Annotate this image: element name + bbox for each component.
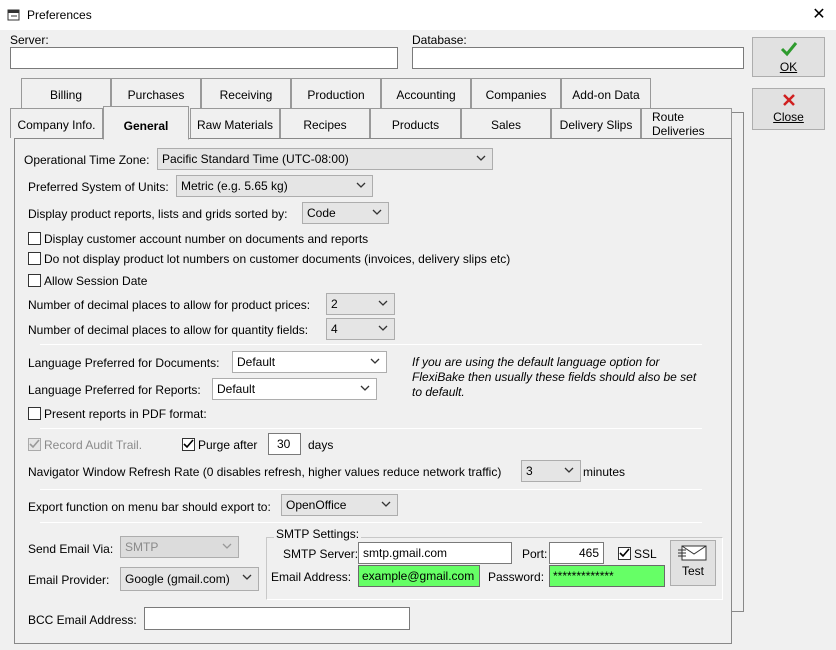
ok-label: OK [779,60,798,74]
chevron-down-icon [370,358,380,364]
tab-billing[interactable]: Billing [21,78,111,108]
session-date-label: Allow Session Date [44,274,148,288]
tab-company-info[interactable]: Company Info. [10,108,103,138]
purge-label: Purge after [198,438,258,452]
send-email-label: Send Email Via: [28,542,114,556]
window-icon [7,8,21,22]
timezone-select[interactable]: Pacific Standard Time (UTC-08:00) [157,148,493,170]
separator [40,489,702,490]
window-title: Preferences [27,8,92,22]
units-label: Preferred System of Units: [28,180,169,194]
chevron-down-icon [360,385,370,391]
ok-check-icon [753,41,824,60]
audit-trail-label: Record Audit Trail. [44,438,143,452]
chevron-down-icon [381,501,391,507]
chevron-down-icon [564,467,574,473]
tab-purchases[interactable]: Purchases [111,78,201,108]
audit-trail-checkbox[interactable] [28,438,41,451]
sort-label: Display product reports, lists and grids… [28,207,288,221]
separator [40,522,702,523]
pdf-label: Present reports in PDF format: [44,407,207,421]
tab-products[interactable]: Products [370,108,461,138]
refresh-rate-unit: minutes [583,465,626,479]
units-select[interactable]: Metric (e.g. 5.65 kg) [176,175,373,197]
email-provider-select[interactable]: Google (gmail.com) [120,567,259,591]
port-label: Port: [522,547,548,561]
separator [40,428,702,429]
tab-add-on-data[interactable]: Add-on Data [561,78,651,108]
database-label: Database: [412,33,467,47]
lang-docs-select[interactable]: Default [232,351,387,373]
close-label: Close [773,110,804,124]
server-input[interactable] [10,47,398,69]
separator [40,344,702,345]
email-test-icon [671,545,715,564]
lang-reports-label: Language Preferred for Reports: [28,383,201,397]
ssl-checkbox[interactable] [618,547,631,560]
test-label: Test [681,564,704,578]
bcc-input[interactable] [144,607,410,630]
refresh-rate-select[interactable]: 3 [521,460,581,482]
tab-accounting[interactable]: Accounting [381,78,471,108]
purge-days-unit: days [308,438,334,452]
lang-docs-label: Language Preferred for Documents: [28,356,220,370]
tab-sales[interactable]: Sales [461,108,551,138]
purge-checkbox[interactable] [182,438,195,451]
chevron-down-icon [378,325,388,331]
password-input[interactable]: ************* [549,565,665,587]
chevron-down-icon [378,300,388,306]
smtp-server-input[interactable]: smtp.gmail.com [358,542,512,564]
password-label: Password: [488,570,545,584]
language-note: If you are using the default language op… [412,355,697,399]
qty-decimals-select[interactable]: 4 [326,318,395,340]
lot-numbers-checkbox[interactable] [28,252,41,265]
smtp-group-label: SMTP Settings: [274,527,362,541]
email-address-input[interactable]: example@gmail.com [358,565,480,587]
tab-recipes[interactable]: Recipes [280,108,370,138]
close-x-icon [753,93,824,110]
session-date-checkbox[interactable] [28,274,41,287]
timezone-label: Operational Time Zone: [24,153,150,167]
tab-route-deliveries[interactable]: Route Deliveries [641,108,732,138]
chevron-down-icon [372,209,382,215]
export-select[interactable]: OpenOffice [281,494,398,516]
tab-general[interactable]: General [103,106,189,140]
export-label: Export function on menu bar should expor… [28,500,271,514]
account-number-checkbox[interactable] [28,232,41,245]
tab-receiving[interactable]: Receiving [201,78,291,108]
sort-select[interactable]: Code [302,202,389,224]
lang-reports-select[interactable]: Default [212,378,377,400]
chevron-down-icon [222,543,232,549]
test-button[interactable]: Test [670,540,716,586]
port-input[interactable]: 465 [549,542,604,564]
send-email-select[interactable]: SMTP [120,536,239,558]
window-close-icon[interactable]: ✕ [806,4,832,26]
smtp-server-label: SMTP Server: [283,547,359,561]
price-decimals-select[interactable]: 2 [326,293,395,315]
database-input[interactable] [412,47,744,69]
chevron-down-icon [242,574,252,580]
qty-decimals-label: Number of decimal places to allow for qu… [28,323,309,337]
lot-numbers-label: Do not display product lot numbers on cu… [44,252,511,266]
refresh-rate-label: Navigator Window Refresh Rate (0 disable… [28,465,502,479]
title-bar [0,0,836,30]
purge-days-input[interactable]: 30 [268,433,301,455]
email-provider-label: Email Provider: [28,573,110,587]
pdf-checkbox[interactable] [28,407,41,420]
close-button[interactable]: Close [752,88,825,130]
chevron-down-icon [476,155,486,161]
server-label: Server: [10,33,49,47]
tab-production[interactable]: Production [291,78,381,108]
tab-companies[interactable]: Companies [471,78,561,108]
tab-panel-shadow [732,112,744,612]
email-address-label: Email Address: [271,570,352,584]
tab-raw-materials[interactable]: Raw Materials [190,108,280,138]
price-decimals-label: Number of decimal places to allow for pr… [28,298,311,312]
account-number-label: Display customer account number on docum… [44,232,369,246]
bcc-label: BCC Email Address: [28,613,137,627]
chevron-down-icon [356,182,366,188]
ok-button[interactable]: OK [752,37,825,77]
tab-delivery-slips[interactable]: Delivery Slips [551,108,641,138]
ssl-label: SSL [634,547,657,561]
